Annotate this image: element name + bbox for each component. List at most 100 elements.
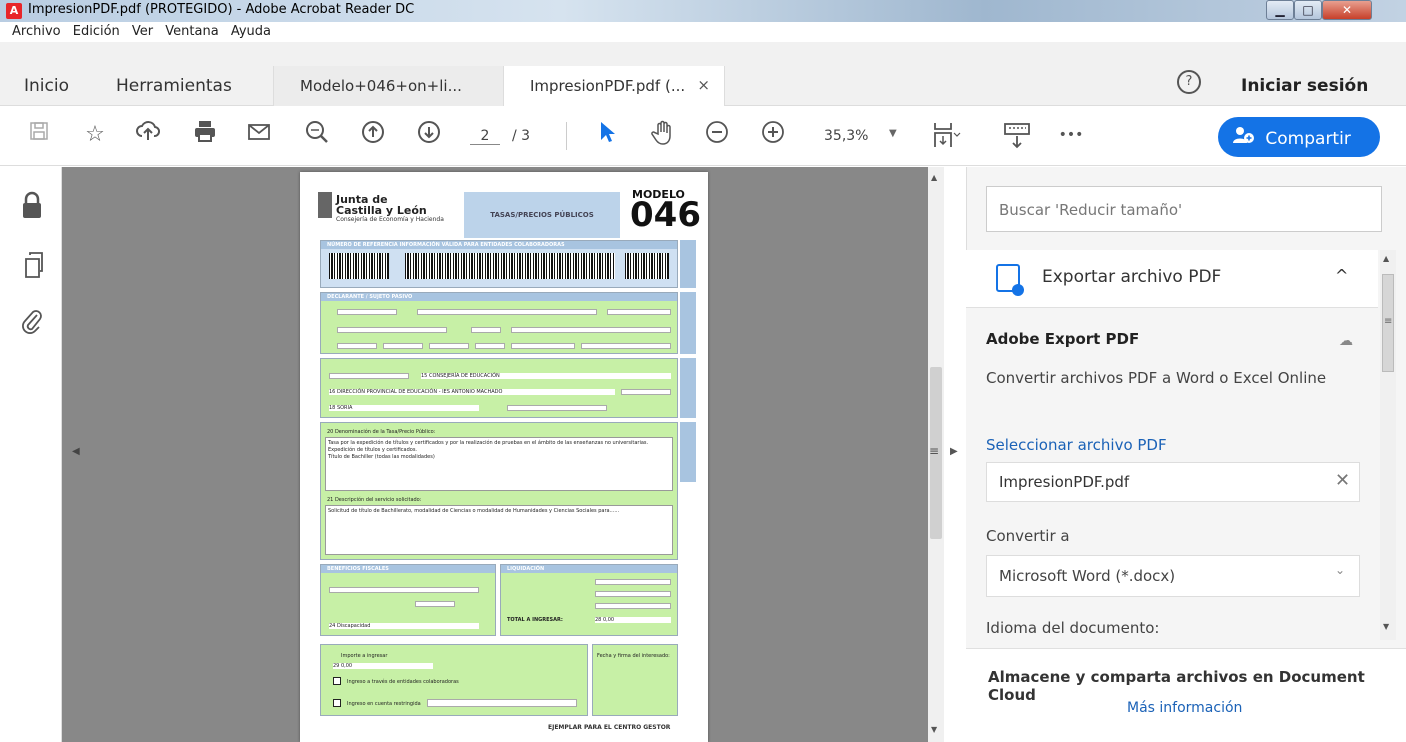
- field: [595, 591, 671, 597]
- pdf-page: Junta de Castilla y León Consejería de E…: [300, 172, 708, 742]
- collapse-left-icon[interactable]: ◀: [72, 446, 80, 457]
- tab-bar: Inicio Herramientas Modelo+046+on+li... …: [0, 42, 1406, 106]
- desc-text: Solicitud de título de Bachillerato, mod…: [328, 508, 620, 514]
- export-pdf-title[interactable]: Exportar archivo PDF: [1042, 267, 1221, 287]
- chevron-up-icon[interactable]: ^: [1335, 266, 1348, 285]
- scroll-up-icon[interactable]: ▲: [1383, 254, 1389, 263]
- scroll-down-icon[interactable]: ▼: [1383, 622, 1389, 631]
- menu-edicion[interactable]: Edición: [69, 22, 124, 42]
- scroll-up-icon[interactable]: ▲: [931, 173, 937, 182]
- liquidacion-header: LIQUIDACIÓN: [501, 565, 677, 573]
- barcode: [405, 253, 615, 279]
- field: [337, 309, 397, 315]
- signin-button[interactable]: Iniciar sesión: [1241, 76, 1368, 96]
- zoom-out-icon[interactable]: [702, 120, 732, 150]
- field: [329, 587, 479, 593]
- save-icon[interactable]: [24, 120, 54, 150]
- importe-label: Importe a ingresar: [341, 653, 388, 659]
- chevron-down-icon[interactable]: ⌄: [1335, 563, 1345, 577]
- collapse-right-icon[interactable]: ▶: [950, 446, 958, 457]
- minimize-button[interactable]: ▁: [1266, 0, 1294, 20]
- zoom-in-icon[interactable]: [758, 120, 788, 150]
- maximize-button[interactable]: □: [1294, 0, 1322, 20]
- convert-to-select[interactable]: Microsoft Word (*.docx): [986, 555, 1360, 597]
- field: [471, 327, 501, 333]
- tab-inicio[interactable]: Inicio: [24, 76, 69, 96]
- selected-file-field[interactable]: ImpresionPDF.pdf: [986, 462, 1360, 502]
- zoom-level[interactable]: 35,3%: [824, 128, 868, 144]
- provincia-value: 18 SORIA: [329, 405, 479, 411]
- menu-ver[interactable]: Ver: [128, 22, 157, 42]
- checkbox: [333, 677, 341, 685]
- importe-value: 29 0,00: [333, 663, 433, 669]
- cloud-info-icon[interactable]: ☁: [1339, 333, 1353, 349]
- share-button[interactable]: Compartir: [1218, 117, 1380, 157]
- more-info-link[interactable]: Más información: [1127, 700, 1242, 716]
- tasa-text3: Título de Bachiller (todas las modalidad…: [328, 454, 435, 460]
- tab-herramientas[interactable]: Herramientas: [116, 76, 232, 96]
- clear-file-icon[interactable]: ✕: [1335, 470, 1350, 491]
- tab-document-modelo[interactable]: Modelo+046+on+li...: [273, 66, 503, 106]
- reference-header: NÚMERO DE REFERENCIA INFORMACIÓN VÁLIDA …: [321, 241, 677, 249]
- fiscal-header: BENEFICIOS FISCALES: [321, 565, 495, 573]
- page-fit-icon[interactable]: [932, 120, 962, 150]
- total-value: 28 0,00: [595, 617, 671, 623]
- checkbox: [333, 699, 341, 707]
- field: [383, 343, 423, 349]
- declarant-header: DECLARANTE / SUJETO PASIVO: [321, 293, 677, 301]
- search-input[interactable]: Buscar 'Reducir tamaño': [986, 186, 1382, 232]
- pages-icon[interactable]: [18, 251, 46, 281]
- denominacion-label: 20 Denominación de la Tasa/Precio Públic…: [327, 429, 436, 435]
- side-tab: [680, 422, 696, 482]
- more-options-icon[interactable]: •••: [1056, 120, 1086, 150]
- previous-page-icon[interactable]: [358, 120, 388, 150]
- close-button[interactable]: ✕: [1322, 0, 1372, 20]
- zoom-dropdown-icon[interactable]: ▼: [889, 128, 897, 139]
- liquidacion-section: LIQUIDACIÓN TOTAL A INGRESAR: 28 0,00: [500, 564, 678, 636]
- tab-document-impresion[interactable]: ImpresionPDF.pdf (... ×: [503, 66, 725, 106]
- acrobat-window: A ImpresionPDF.pdf (PROTEGIDO) - Adobe A…: [0, 0, 1406, 742]
- hand-tool-icon[interactable]: [648, 120, 678, 150]
- field: [595, 579, 671, 585]
- lock-icon[interactable]: [18, 191, 46, 221]
- descripcion-box: Solicitud de título de Bachillerato, mod…: [325, 505, 673, 555]
- page-footer: EJEMPLAR PARA EL CENTRO GESTOR: [548, 724, 671, 731]
- direccion-value: 16 DIRECCIÓN PROVINCIAL DE EDUCACIÓN - I…: [329, 389, 615, 395]
- menu-archivo[interactable]: Archivo: [0, 22, 65, 42]
- select-cursor-icon[interactable]: [592, 120, 622, 150]
- scroll-down-icon[interactable]: ▼: [931, 725, 937, 734]
- left-rail: [0, 167, 62, 742]
- organo-value: 15 CONSEJERÍA DE EDUCACIÓN: [421, 373, 671, 379]
- discapacidad-value: 24 Discapacidad: [329, 623, 479, 629]
- field: [511, 343, 575, 349]
- field: [337, 343, 377, 349]
- field: [415, 601, 455, 607]
- menu-ventana[interactable]: Ventana: [161, 22, 222, 42]
- tab-close-icon[interactable]: ×: [697, 76, 710, 94]
- next-page-icon[interactable]: [414, 120, 444, 150]
- menu-ayuda[interactable]: Ayuda: [227, 22, 275, 42]
- scroll-grip-icon: ≡: [1384, 316, 1393, 327]
- panel-scrollbar[interactable]: ▲ ≡ ▼: [1380, 250, 1396, 640]
- search-zoom-icon[interactable]: [302, 120, 332, 150]
- upload-cloud-icon[interactable]: [133, 120, 163, 150]
- print-icon[interactable]: [190, 120, 220, 150]
- page-total: / 3: [512, 128, 531, 144]
- barcode: [329, 253, 389, 279]
- select-pdf-link[interactable]: Seleccionar archivo PDF: [986, 436, 1167, 454]
- iban-field: [427, 699, 577, 707]
- panel-grip-icon[interactable]: ≡: [929, 444, 939, 458]
- attachment-icon[interactable]: [18, 307, 46, 337]
- read-mode-icon[interactable]: [1002, 120, 1032, 150]
- side-tab: [680, 240, 696, 288]
- toolbar-divider: [566, 122, 567, 150]
- field: [429, 343, 469, 349]
- mail-icon[interactable]: [244, 120, 274, 150]
- field: [329, 373, 409, 379]
- modelo-number: 046: [630, 195, 701, 235]
- menu-bar: Archivo Edición Ver Ventana Ayuda: [0, 22, 1406, 42]
- help-icon[interactable]: ?: [1177, 70, 1201, 94]
- page-number-input[interactable]: 2: [470, 128, 500, 145]
- barcode: [625, 253, 669, 279]
- bookmark-star-icon[interactable]: ☆: [80, 120, 110, 150]
